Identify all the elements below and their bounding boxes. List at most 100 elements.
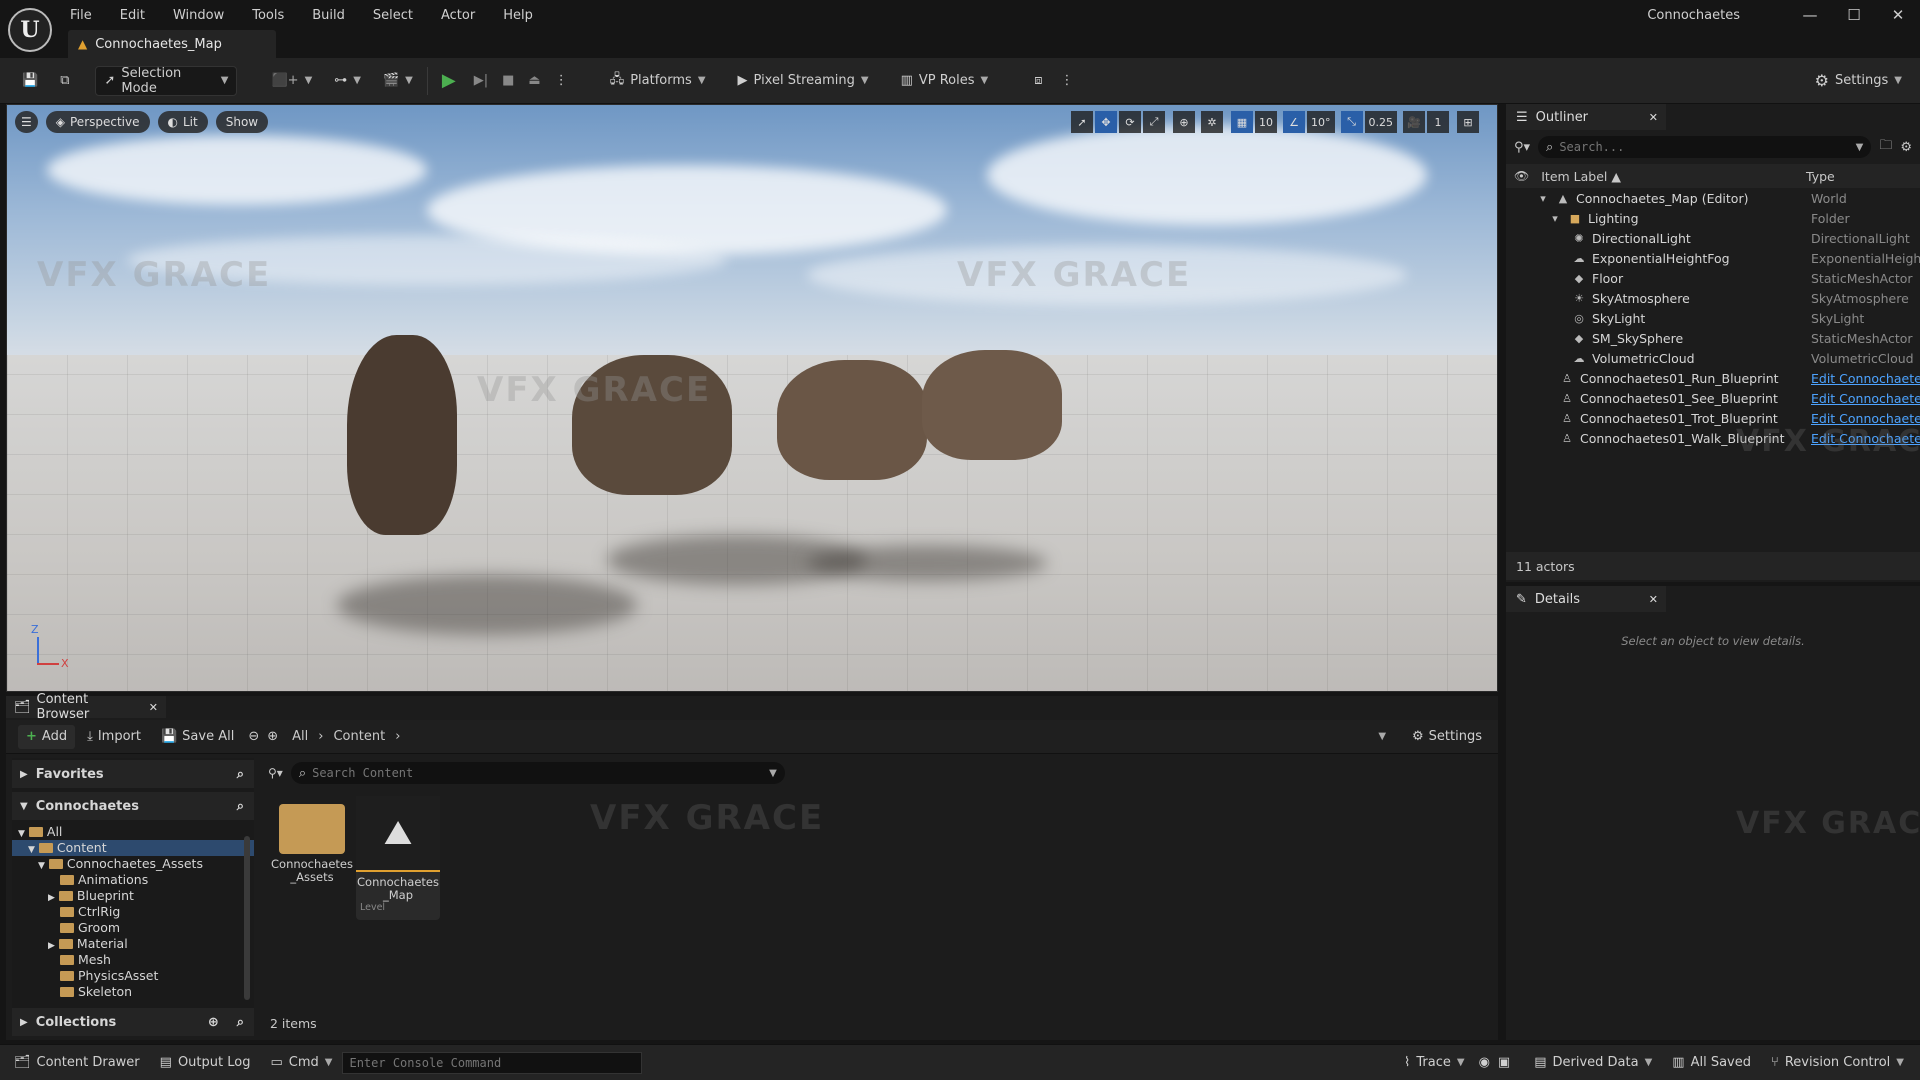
wildebeest-front[interactable]	[347, 335, 457, 535]
col-type[interactable]: Type	[1806, 169, 1835, 184]
add-actor-button[interactable]: ⬛+ ▼	[263, 66, 320, 96]
unreal-logo-icon[interactable]: U	[8, 8, 52, 52]
perspective-button[interactable]: ◈ Perspective	[45, 111, 150, 133]
play-button[interactable]: ▶	[434, 66, 464, 96]
import-button[interactable]: ⤓ Import	[79, 725, 149, 749]
close-window-button[interactable]: ✕	[1876, 6, 1920, 24]
pixel-streaming-dropdown[interactable]: ▶ Pixel Streaming ▼	[730, 66, 877, 96]
translate-tool-icon[interactable]: ✥	[1095, 111, 1117, 133]
toolbar-more-button[interactable]: ⋮	[1057, 66, 1078, 96]
folder-row[interactable]: Mesh	[12, 952, 254, 968]
outliner-search[interactable]: ⌕ ▼	[1538, 136, 1872, 158]
history-dropdown-icon[interactable]: ▼	[1378, 731, 1386, 742]
settings-dropdown[interactable]: ⚙ Settings ▼	[1807, 66, 1910, 96]
camera-speed-icon[interactable]: 🎥	[1403, 111, 1425, 133]
trace-dropdown[interactable]: ⌇ Trace ▼	[1394, 1049, 1475, 1077]
level-viewport[interactable]: VFX GRACE VFX GRACE VFX GRACE ☰ ◈ Perspe…	[6, 104, 1498, 692]
lit-button[interactable]: ◐ Lit	[157, 111, 208, 133]
edit-blueprint-link[interactable]: Edit Connochaete	[1811, 391, 1920, 406]
blueprint-button[interactable]: ⊶ ▼	[326, 66, 369, 96]
project-section[interactable]: ▼ Connochaetes ⌕	[12, 792, 254, 820]
tree-row[interactable]: ▾ ▲ Connochaetes_Map (Editor) World	[1506, 188, 1920, 208]
grid-snap-value[interactable]: 10	[1255, 111, 1277, 133]
scale-tool-icon[interactable]: ⤢	[1143, 111, 1165, 133]
asset-tile-level[interactable]: ⛰ Connochaetes _Map Level	[356, 796, 440, 920]
wildebeest-trot[interactable]	[777, 360, 927, 480]
close-icon[interactable]: ✕	[149, 701, 158, 714]
scale-snap-icon[interactable]: ⤡	[1340, 111, 1363, 133]
edit-blueprint-link[interactable]: Edit Connochaete	[1811, 371, 1920, 386]
play-options-button[interactable]: ⋮	[551, 66, 572, 96]
asset-tile-folder[interactable]: Connochaetes _Assets	[270, 796, 354, 884]
scale-snap-value[interactable]: 0.25	[1364, 111, 1397, 133]
menu-edit[interactable]: Edit	[120, 8, 157, 23]
tree-row[interactable]: ◆ Floor StaticMeshActor	[1506, 268, 1920, 288]
folder-row[interactable]: Skeleton	[12, 984, 254, 1000]
search-icon[interactable]: ⌕	[237, 1015, 244, 1030]
record-button[interactable]: ◉	[1475, 1049, 1494, 1077]
select-tool-icon[interactable]: ➚	[1071, 111, 1093, 133]
stop-button[interactable]: ■	[498, 66, 518, 96]
screenshot-button[interactable]: ▣	[1494, 1049, 1514, 1077]
tree-row[interactable]: ◆ SM_SkySphere StaticMeshActor	[1506, 328, 1920, 348]
rotation-snap-value[interactable]: 10°	[1307, 111, 1335, 133]
viewport-menu-button[interactable]: ☰	[15, 111, 38, 133]
menu-tools[interactable]: Tools	[252, 8, 296, 23]
add-button[interactable]: + Add	[18, 724, 76, 749]
camera-speed-value[interactable]: 1	[1427, 111, 1449, 133]
tree-row[interactable]: ✺ DirectionalLight DirectionalLight	[1506, 228, 1920, 248]
asset-search[interactable]: ⌕ ▼	[290, 762, 785, 784]
menu-window[interactable]: Window	[173, 8, 236, 23]
asset-search-input[interactable]	[312, 766, 764, 780]
save-all-button[interactable]: 💾 Save All	[153, 725, 242, 749]
platforms-dropdown[interactable]: 🖧 Platforms ▼	[602, 66, 714, 96]
menu-actor[interactable]: Actor	[441, 8, 487, 23]
tree-row[interactable]: ☀ SkyAtmosphere SkyAtmosphere	[1506, 288, 1920, 308]
show-button[interactable]: Show	[215, 111, 269, 133]
multiuser-button[interactable]: ⧈	[1026, 66, 1050, 96]
folder-row[interactable]: ▶ Material	[12, 936, 254, 952]
close-icon[interactable]: ✕	[1649, 111, 1658, 124]
vp-roles-dropdown[interactable]: ▥ VP Roles ▼	[893, 66, 997, 96]
tree-row[interactable]: ☁ ExponentialHeightFog ExponentialHeight	[1506, 248, 1920, 268]
forward-button[interactable]: ⊕	[265, 725, 280, 749]
save-button[interactable]: 💾	[14, 66, 46, 96]
tree-row[interactable]: ◎ SkyLight SkyLight	[1506, 308, 1920, 328]
world-space-icon[interactable]: ⊕	[1173, 111, 1195, 133]
tree-row[interactable]: ♙ Connochaetes01_See_Blueprint Edit Conn…	[1506, 388, 1920, 408]
visibility-icon[interactable]: 👁	[1514, 169, 1529, 183]
advance-frame-button[interactable]: ▶|	[470, 66, 492, 96]
search-icon[interactable]: ⌕	[237, 799, 244, 814]
content-settings-button[interactable]: ⚙ Settings	[1404, 725, 1490, 749]
tree-row[interactable]: ♙ Connochaetes01_Run_Blueprint Edit Conn…	[1506, 368, 1920, 388]
collections-section[interactable]: ▶ Collections ⊕ ⌕	[12, 1008, 254, 1036]
outliner-tab[interactable]: ☰ Outliner ✕	[1506, 104, 1666, 130]
filter-icon[interactable]: ⚲▾	[1514, 140, 1530, 155]
wildebeest-run[interactable]	[922, 350, 1062, 460]
col-item-label[interactable]: Item Label ▲	[1541, 169, 1621, 184]
selection-mode-dropdown[interactable]: ➚ Selection Mode ▼	[95, 65, 238, 96]
cmd-dropdown[interactable]: ▭ Cmd ▼	[260, 1049, 342, 1077]
all-saved-button[interactable]: ▥ All Saved	[1662, 1049, 1761, 1077]
folder-row[interactable]: CtrlRig	[12, 904, 254, 920]
search-icon[interactable]: ⌕	[237, 767, 244, 782]
menu-file[interactable]: File	[70, 8, 104, 23]
tree-row[interactable]: ▾ ■ Lighting Folder	[1506, 208, 1920, 228]
content-browser-tab[interactable]: 🗂 Content Browser ✕	[6, 692, 166, 722]
derived-data-dropdown[interactable]: ▤ Derived Data ▼	[1524, 1049, 1662, 1077]
filter-icon[interactable]: ⚲▾	[268, 766, 283, 780]
folder-row[interactable]: ▼ Connochaetes_Assets	[12, 856, 254, 872]
map-tab[interactable]: ▲ Connochaetes_Map	[68, 30, 276, 58]
folder-row[interactable]: PhysicsAsset	[12, 968, 254, 984]
folder-row[interactable]: Animations	[12, 872, 254, 888]
outliner-search-input[interactable]	[1559, 140, 1850, 154]
favorites-section[interactable]: ▶ Favorites ⌕	[12, 760, 254, 788]
surface-snap-icon[interactable]: ✲	[1201, 111, 1223, 133]
rotation-snap-icon[interactable]: ∠	[1283, 111, 1305, 133]
viewport-layout-icon[interactable]: ⊞	[1457, 111, 1479, 133]
eject-button[interactable]: ⏏	[524, 66, 544, 96]
tree-scrollbar[interactable]	[244, 836, 250, 1000]
grid-snap-icon[interactable]: ▦	[1231, 111, 1253, 133]
menu-build[interactable]: Build	[312, 8, 357, 23]
add-collection-icon[interactable]: ⊕	[208, 1015, 219, 1030]
